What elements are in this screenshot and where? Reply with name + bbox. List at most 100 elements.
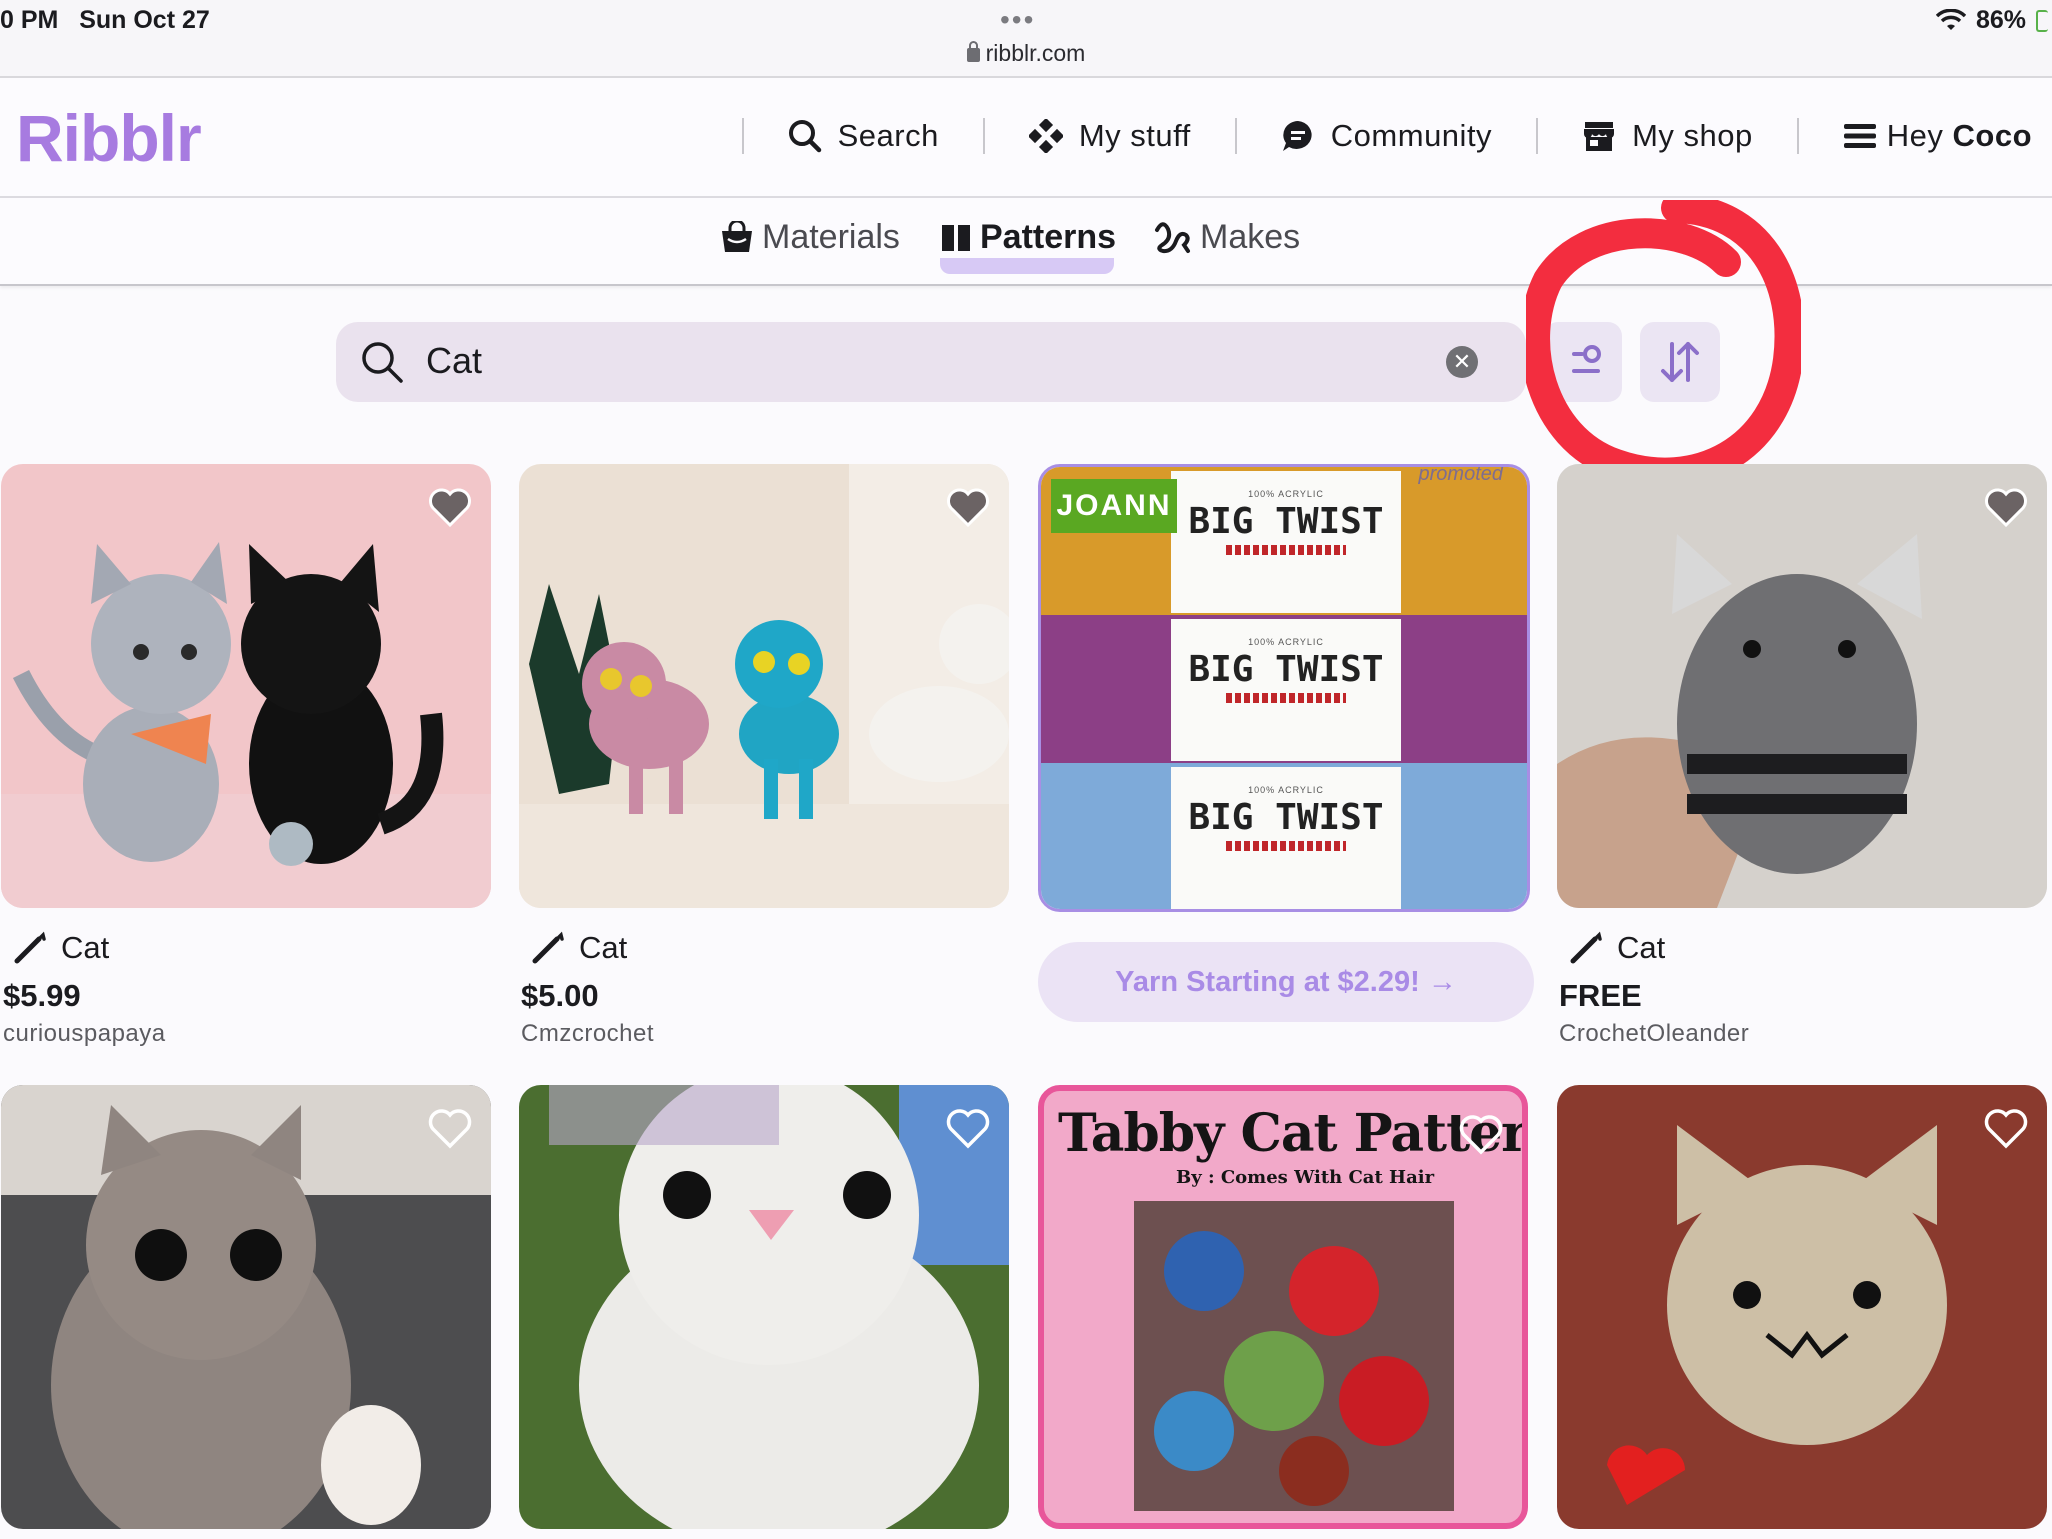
- pattern-thumbnail[interactable]: [1557, 464, 2047, 908]
- nav-my-shop-label: My shop: [1632, 118, 1753, 153]
- pattern-thumbnail[interactable]: [1, 1085, 491, 1529]
- user-name: Coco: [1952, 118, 2032, 153]
- sort-button[interactable]: [1640, 322, 1720, 402]
- category-tabs: Materials Patterns Makes: [0, 198, 2052, 286]
- address-bar[interactable]: ribblr.com: [0, 40, 2052, 67]
- pattern-title[interactable]: Cat: [1569, 930, 1665, 966]
- yarn-label: 100% ACRYLIC BIG TWIST: [1171, 619, 1401, 761]
- pattern-price: $5.99: [3, 978, 81, 1013]
- pattern-price: FREE: [1559, 978, 1642, 1013]
- url-text: ribblr.com: [985, 40, 1086, 66]
- filter-button[interactable]: [1544, 322, 1622, 402]
- community-chat-icon: [1282, 121, 1312, 151]
- status-date: Sun Oct 27: [79, 6, 210, 34]
- app-page: { "status_bar": { "time": "0 PM", "date"…: [0, 0, 2052, 1539]
- book-icon: [942, 224, 970, 251]
- greeting-prefix: Hey: [1886, 118, 1944, 153]
- pattern-author[interactable]: CrochetOleander: [1559, 1020, 1749, 1048]
- nav-divider: [982, 118, 985, 154]
- battery-icon: [2036, 9, 2048, 32]
- pattern-title[interactable]: Cat: [531, 930, 627, 966]
- tab-makes-label: Makes: [1200, 218, 1301, 256]
- nav-community[interactable]: Community: [1257, 118, 1516, 154]
- heart-icon[interactable]: [945, 484, 991, 530]
- yarn-label-line: 100% ACRYLIC: [1248, 489, 1324, 499]
- pattern-photo: [1, 464, 491, 908]
- shop-icon: [1584, 122, 1615, 151]
- multitasking-dots-icon[interactable]: •••: [1000, 4, 1035, 36]
- tab-materials-label: Materials: [762, 218, 900, 256]
- nav-search[interactable]: Search: [764, 118, 963, 154]
- heart-outline-icon[interactable]: [1458, 1111, 1504, 1157]
- sort-arrows-icon: [1661, 342, 1699, 382]
- status-time-text: 0 PM: [0, 6, 59, 34]
- ad-thumbnail[interactable]: 100% ACRYLIC BIG TWIST 100% ACRYLIC BIG TW…: [1038, 464, 1530, 912]
- greeting: Hey Coco: [1887, 118, 2032, 154]
- ribblr-logo[interactable]: Ribblr: [16, 100, 202, 176]
- status-indicators: 86%: [1935, 6, 2048, 35]
- tab-patterns-label: Patterns: [980, 218, 1117, 256]
- yarn-label-brand: BIG TWIST: [1188, 649, 1384, 690]
- pattern-thumbnail[interactable]: [519, 1085, 1009, 1529]
- pattern-title-text: Cat: [1617, 930, 1666, 965]
- pattern-thumbnail[interactable]: Tabby Cat Pattern By : Comes With Cat Ha…: [1038, 1085, 1528, 1529]
- battery-percent: 86%: [1975, 6, 2026, 34]
- pattern-title-text: Cat: [579, 930, 628, 965]
- pattern-cover-subtitle: By : Comes With Cat Hair: [1176, 1167, 1435, 1188]
- crochet-hook-icon: [14, 931, 46, 964]
- pattern-title-text: Cat: [61, 930, 110, 965]
- yarn-label-brand: BIG TWIST: [1188, 501, 1384, 542]
- heart-icon[interactable]: [1983, 484, 2029, 530]
- nav-divider: [1234, 118, 1237, 154]
- heart-outline-icon[interactable]: [945, 1105, 991, 1151]
- heart-outline-icon[interactable]: [1983, 1105, 2029, 1151]
- active-tab-indicator: [940, 258, 1114, 274]
- pattern-photo: [519, 1085, 1009, 1529]
- pattern-thumbnail[interactable]: [519, 464, 1009, 908]
- nav-divider: [1536, 118, 1539, 154]
- pattern-search-box[interactable]: ✕: [336, 322, 1526, 402]
- yarn-label-line: 100% ACRYLIC: [1248, 637, 1324, 647]
- pattern-price: $5.00: [521, 978, 599, 1013]
- crochet-hook-icon: [1570, 931, 1602, 964]
- lock-icon: [966, 41, 980, 62]
- tab-makes[interactable]: Makes: [1154, 218, 1300, 257]
- yarn-label: 100% ACRYLIC BIG TWIST: [1171, 471, 1401, 613]
- clear-search-icon[interactable]: ✕: [1446, 346, 1478, 378]
- pattern-photo: [1134, 1201, 1454, 1511]
- pattern-photo: [1557, 1085, 2047, 1529]
- hamburger-menu-icon: [1843, 124, 1876, 148]
- nav-my-stuff-label: My stuff: [1078, 118, 1191, 153]
- tab-materials[interactable]: Materials: [720, 218, 900, 257]
- pattern-thumbnail[interactable]: [1557, 1085, 2047, 1529]
- crochet-hook-icon: [532, 931, 564, 964]
- nav-divider: [741, 118, 744, 154]
- account-menu[interactable]: Hey Coco: [1819, 118, 2032, 154]
- nav-my-shop[interactable]: My shop: [1558, 118, 1777, 154]
- heart-icon[interactable]: [427, 484, 473, 530]
- nav-divider: [1796, 118, 1799, 154]
- nav-search-label: Search: [837, 118, 939, 153]
- pattern-author[interactable]: curiouspapaya: [3, 1020, 166, 1048]
- heart-outline-icon[interactable]: [427, 1105, 473, 1151]
- search-icon: [362, 342, 403, 383]
- pattern-title[interactable]: Cat: [13, 930, 109, 966]
- yarn-label: 100% ACRYLIC BIG TWIST: [1171, 767, 1401, 909]
- makes-icon: [1155, 221, 1190, 253]
- promoted-label: promoted: [1418, 464, 1504, 485]
- tab-patterns[interactable]: Patterns: [940, 218, 1116, 257]
- yarn-label-brand: BIG TWIST: [1188, 797, 1384, 838]
- yarn-offer-button[interactable]: Yarn Starting at $2.29! →: [1038, 942, 1534, 1022]
- pattern-thumbnail[interactable]: [1, 464, 491, 908]
- filter-icon: [1572, 345, 1601, 373]
- nav-my-stuff[interactable]: My stuff: [1005, 118, 1215, 154]
- pattern-author[interactable]: Cmzcrochet: [521, 1020, 654, 1048]
- bag-icon: [722, 220, 752, 252]
- wifi-icon: [1935, 8, 1966, 30]
- pattern-photo: [519, 464, 1009, 908]
- top-navigation: Ribblr Search My stuff Community My shop: [0, 78, 2052, 198]
- ios-status-bar: 0 PM Sun Oct 27 ••• ribblr.com 86%: [0, 0, 2052, 78]
- nav-community-label: Community: [1330, 118, 1493, 153]
- search-input[interactable]: [426, 340, 1326, 382]
- pattern-photo: [1557, 464, 2047, 908]
